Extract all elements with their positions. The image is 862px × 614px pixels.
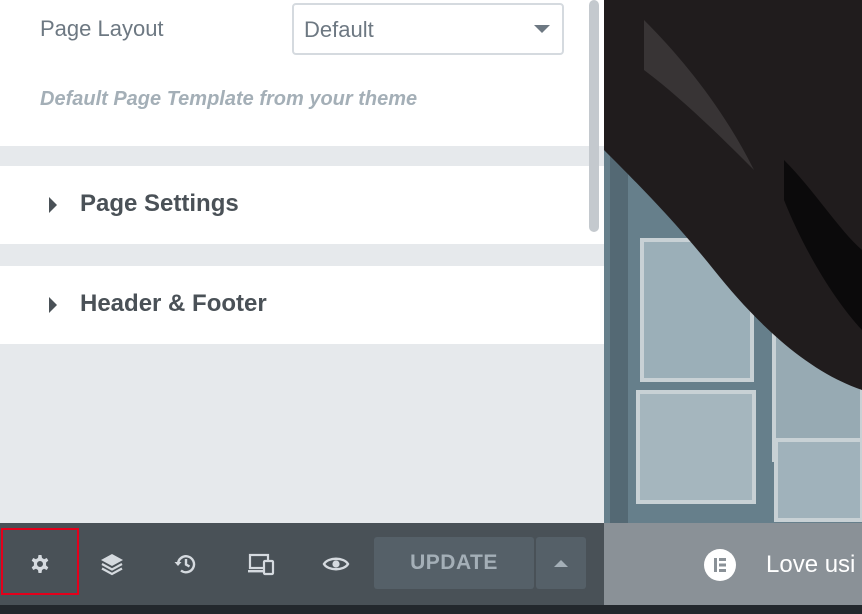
caret-right-icon bbox=[49, 197, 57, 213]
notice-text: Love usi bbox=[766, 551, 856, 578]
settings-highlight-box bbox=[1, 528, 79, 595]
caret-down-icon bbox=[534, 25, 550, 33]
preview-area[interactable] bbox=[604, 0, 862, 523]
section-title: Page Settings bbox=[80, 190, 239, 217]
panel-scrollbar[interactable] bbox=[589, 0, 599, 232]
preview-image bbox=[604, 0, 862, 523]
navigator-button[interactable] bbox=[75, 523, 149, 605]
notice-bar: Love usi bbox=[604, 523, 862, 605]
editor-panel: Page Layout Default Default Page Templat… bbox=[0, 0, 604, 523]
page-layout-select-value: Default bbox=[304, 17, 374, 42]
caret-up-icon bbox=[554, 559, 568, 567]
page-layout-description: Default Page Template from your theme bbox=[40, 88, 418, 110]
responsive-mode-button[interactable] bbox=[224, 523, 298, 605]
update-button[interactable]: UPDATE bbox=[374, 537, 534, 589]
preview-changes-button[interactable] bbox=[299, 523, 373, 605]
page-layout-label: Page Layout bbox=[40, 16, 164, 41]
caret-right-icon bbox=[49, 297, 57, 313]
page-layout-block: Page Layout Default Default Page Templat… bbox=[0, 0, 604, 146]
elementor-logo-icon bbox=[704, 549, 736, 581]
page-layout-select[interactable]: Default bbox=[292, 3, 564, 55]
history-button[interactable] bbox=[149, 523, 223, 605]
section-page-settings[interactable]: Page Settings bbox=[0, 166, 604, 244]
bottom-strip bbox=[0, 605, 862, 614]
layers-icon bbox=[101, 554, 123, 576]
responsive-icon bbox=[248, 553, 275, 576]
eye-icon bbox=[322, 557, 350, 571]
update-options-button[interactable] bbox=[536, 537, 586, 589]
history-icon bbox=[174, 555, 196, 574]
panel-footer: UPDATE bbox=[0, 523, 604, 605]
section-header-footer[interactable]: Header & Footer bbox=[0, 266, 604, 344]
section-title: Header & Footer bbox=[80, 290, 267, 317]
